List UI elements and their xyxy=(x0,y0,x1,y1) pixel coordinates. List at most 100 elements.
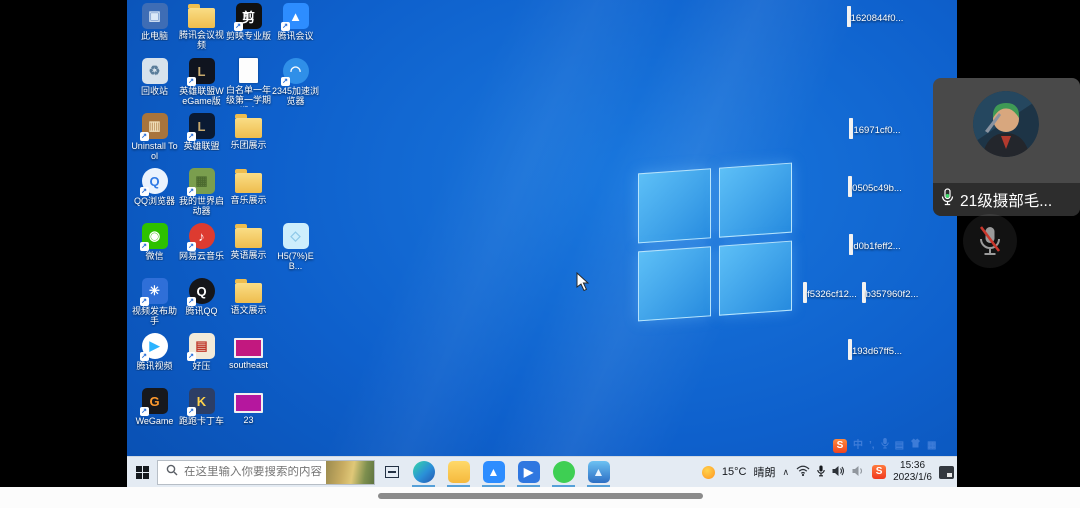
file-name-label: 16971cf0... xyxy=(853,125,900,136)
desktop-icon[interactable]: ◇ H5(7%)EB... xyxy=(272,223,319,278)
desktop-icon-label: Uninstall Tool xyxy=(131,141,179,162)
desktop-icon[interactable]: ▦ 我的世界启动器 xyxy=(178,168,225,223)
participant-video-tile[interactable]: 21级摄部毛... xyxy=(933,78,1080,216)
soft-keyboard-icon[interactable]: ▤ xyxy=(895,439,904,453)
desktop-icon[interactable]: 音乐展示 xyxy=(225,168,272,223)
desktop-icon-label: 跑跑卡丁车 xyxy=(178,416,226,426)
horizontal-scrollbar[interactable] xyxy=(378,493,703,499)
desktop-file[interactable]: 0505c49b... xyxy=(843,178,907,196)
desktop-icon[interactable]: L 英雄联盟WeGame版 xyxy=(178,58,225,113)
toolbox-grid-icon[interactable]: ▦ xyxy=(927,439,936,453)
taskbar-app-icon: ▲ xyxy=(588,461,610,483)
touch-keyboard-icon[interactable] xyxy=(939,466,954,479)
desktop-icon-image: Q xyxy=(142,168,168,194)
weather-sun-icon[interactable] xyxy=(702,466,715,479)
desktop-icon-label: 英雄联盟WeGame版 xyxy=(178,86,226,107)
sogou-logo-icon[interactable]: S xyxy=(833,439,847,453)
file-name-label: d0b1feff2... xyxy=(853,241,900,252)
desktop-icon-label: QQ浏览器 xyxy=(131,196,179,206)
sogou-tray-icon[interactable]: S xyxy=(872,465,886,479)
desktop-icon[interactable]: ✳ 视频发布助手 xyxy=(131,278,178,333)
desktop-icon-image: ▥ xyxy=(142,113,168,139)
taskbar: ▲ ▶ ▲ 15°C 晴朗 ∧ xyxy=(127,456,957,487)
desktop-icon[interactable]: Q 腾讯QQ xyxy=(178,278,225,333)
system-tray: 15°C 晴朗 ∧ S 15:36 2023/1/6 xyxy=(702,460,957,485)
taskbar-app-tencent-meeting[interactable]: ▲ xyxy=(482,461,505,484)
voice-input-icon[interactable] xyxy=(881,438,889,454)
microphone-tray-icon[interactable] xyxy=(817,465,825,480)
desktop-file[interactable]: f5326cf12... xyxy=(798,284,862,302)
desktop-icon[interactable]: ♪ 网易云音乐 xyxy=(178,223,225,278)
input-mode-chinese-icon[interactable]: 中 xyxy=(853,439,863,453)
desktop-icon[interactable]: 语文展示 xyxy=(225,278,272,333)
desktop-icon[interactable]: 剪 剪映专业版 xyxy=(225,3,272,58)
desktop-icon[interactable]: ◠ 2345加速浏览器 xyxy=(272,58,319,113)
desktop-icon[interactable]: ▲ 腾讯会议 xyxy=(272,3,319,58)
taskbar-app-icon xyxy=(448,461,470,483)
weather-condition[interactable]: 晴朗 xyxy=(753,464,775,480)
taskbar-search-box[interactable] xyxy=(157,460,375,485)
desktop-icon[interactable]: ▣ 此电脑 xyxy=(131,3,178,58)
desktop-icon-label: 白名单一年级第一学期期末 xyxy=(225,85,273,107)
desktop-icon[interactable]: 23 xyxy=(225,388,272,443)
punctuation-mode-icon[interactable]: ’, xyxy=(869,439,875,453)
taskbar-app-photos[interactable]: ▲ xyxy=(587,461,610,484)
desktop-icon[interactable]: 白名单一年级第一学期期末 xyxy=(225,58,272,113)
desktop-icon[interactable]: K 跑跑卡丁车 xyxy=(178,388,225,443)
desktop-icon-label: 微信 xyxy=(131,251,179,261)
desktop-icon-label: 剪映专业版 xyxy=(225,31,273,41)
device-speaker-icon[interactable] xyxy=(852,465,865,480)
desktop-icon-image: ▲ xyxy=(283,3,309,29)
desktop-icon[interactable]: ♻ 回收站 xyxy=(131,58,178,113)
task-view-button[interactable] xyxy=(385,466,399,478)
desktop-icon-label: 网易云音乐 xyxy=(178,251,226,261)
desktop-file[interactable]: d0b1feff2... xyxy=(843,236,907,254)
desktop-icon[interactable]: L 英雄联盟 xyxy=(178,113,225,168)
desktop-icon[interactable]: Q QQ浏览器 xyxy=(131,168,178,223)
taskbar-app-video-player[interactable]: ▶ xyxy=(517,461,540,484)
desktop-icon[interactable]: ▥ Uninstall Tool xyxy=(131,113,178,168)
search-highlight-image[interactable] xyxy=(326,460,374,485)
microphone-muted-button[interactable] xyxy=(963,214,1017,268)
search-input[interactable] xyxy=(184,466,326,478)
desktop-icon[interactable]: ▤ 好压 xyxy=(178,333,225,388)
desktop-icon[interactable]: 腾讯会议视频 xyxy=(178,3,225,58)
desktop-file[interactable]: 16971cf0... xyxy=(843,120,907,138)
bottom-strip xyxy=(0,487,1080,508)
hidden-icons-chevron[interactable]: ∧ xyxy=(782,467,789,478)
desktop-icon[interactable]: G WeGame xyxy=(131,388,178,443)
taskbar-app-icon xyxy=(413,461,435,483)
desktop-icon-image xyxy=(235,228,262,248)
clock-time: 15:36 xyxy=(893,460,932,473)
desktop-icon-image xyxy=(235,173,262,193)
start-button[interactable] xyxy=(127,457,157,488)
desktop-icon[interactable]: ◉ 微信 xyxy=(131,223,178,278)
taskbar-app-icon xyxy=(553,461,575,483)
desktop-icon-label: 好压 xyxy=(178,361,226,371)
taskbar-clock[interactable]: 15:36 2023/1/6 xyxy=(893,460,932,485)
desktop-icon-grid: ▣ 此电脑 腾讯会议视频 剪 剪映专业版 ▲ 腾讯会议 ♻ 回收站 L 英雄联盟… xyxy=(131,3,319,443)
file-name-label: 193d67ff5... xyxy=(852,346,902,357)
desktop-icon[interactable]: 乐团展示 xyxy=(225,113,272,168)
windows-wallpaper-logo xyxy=(638,163,792,322)
desktop-icon-label: southeast xyxy=(225,360,273,370)
sogou-input-bar: S 中 ’, ▤ ▦ xyxy=(833,438,936,453)
mouse-cursor xyxy=(576,272,590,297)
desktop-icon[interactable]: southeast xyxy=(225,333,272,388)
network-wifi-icon[interactable] xyxy=(796,465,810,479)
skin-shirt-icon[interactable] xyxy=(910,438,921,453)
desktop-icon-image: ✳ xyxy=(142,278,168,304)
participant-name-bar: 21级摄部毛... xyxy=(933,183,1080,216)
weather-temperature[interactable]: 15°C xyxy=(722,466,747,478)
desktop-file[interactable]: b357960f2... xyxy=(858,284,922,302)
desktop-file[interactable]: 193d67ff5... xyxy=(843,341,907,359)
taskbar-app-file-explorer[interactable] xyxy=(447,461,470,484)
shared-desktop-background: ▣ 此电脑 腾讯会议视频 剪 剪映专业版 ▲ 腾讯会议 ♻ 回收站 L 英雄联盟… xyxy=(127,0,957,456)
speaker-volume-icon[interactable] xyxy=(832,465,845,480)
desktop-file[interactable]: 1620844f0... xyxy=(843,8,907,26)
taskbar-app-edge[interactable] xyxy=(412,461,435,484)
desktop-icon[interactable]: ▶ 腾讯视频 xyxy=(131,333,178,388)
desktop-icon-label: 视频发布助手 xyxy=(131,306,179,327)
taskbar-app-wechat[interactable] xyxy=(552,461,575,484)
desktop-icon[interactable]: 英语展示 xyxy=(225,223,272,278)
